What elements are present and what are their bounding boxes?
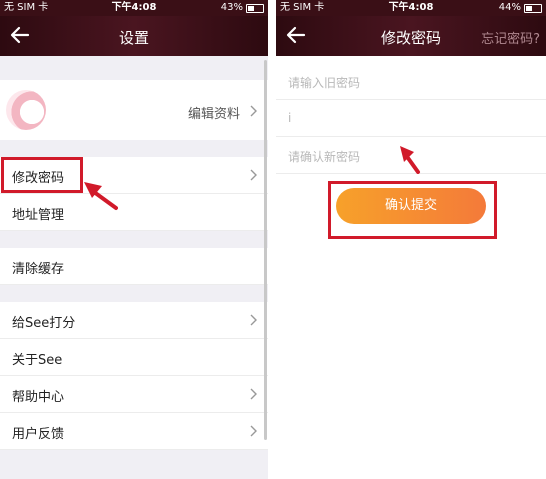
address-management-row[interactable]: 地址管理 [0,194,268,231]
scrollbar[interactable] [264,60,267,440]
about-label: 关于See [12,353,63,368]
settings-screen: 无 SIM 卡 下午4:08 43% 设置 编辑资料 修改密码 地址管理 清除缓… [0,0,268,479]
feedback-label: 用户反馈 [12,427,65,442]
old-password-placeholder: 请输入旧密码 [288,76,361,90]
red-arrow-icon [84,182,118,210]
red-arrow-icon [400,146,420,174]
confirm-password-placeholder: 请确认新密码 [288,150,361,164]
avatar[interactable] [6,90,46,130]
new-password-input[interactable]: i [276,100,546,137]
chevron-right-icon [250,169,257,181]
chevron-right-icon [250,314,257,326]
clear-cache-row[interactable]: 清除缓存 [0,248,268,285]
chevron-right-icon [250,105,257,117]
help-center-label: 帮助中心 [12,390,65,405]
page-title: 设置 [118,29,149,47]
edit-profile-label: 编辑资料 [187,107,240,122]
about-row[interactable]: 关于See [0,339,268,376]
battery-percent: 44% [498,2,521,13]
rate-app-row[interactable]: 给See打分 [0,302,268,339]
status-bar: 无 SIM 卡 下午4:08 44% [276,0,546,16]
status-bar: 无 SIM 卡 下午4:08 43% [0,0,268,16]
nav-bar: 修改密码 忘记密码? [276,16,546,56]
new-password-placeholder: i [288,111,292,125]
profile-row[interactable]: 编辑资料 [0,80,268,140]
highlight-box [1,157,83,193]
status-icons: 44% [499,0,542,16]
chevron-right-icon [250,425,257,437]
battery-icon [524,3,542,13]
old-password-input[interactable]: 请输入旧密码 [276,63,546,100]
status-icons: 43% [221,0,264,16]
battery-icon [246,3,264,13]
battery-fill [248,5,254,11]
rate-app-label: 给See打分 [12,316,76,331]
help-center-row[interactable]: 帮助中心 [0,376,268,413]
forgot-password-link[interactable]: 忘记密码? [481,28,540,47]
change-password-screen: 无 SIM 卡 下午4:08 44% 修改密码 忘记密码? 请输入旧密码 i 请… [276,0,546,479]
battery-percent: 43% [220,2,243,13]
nav-bar: 设置 [0,16,268,56]
highlight-box [328,181,497,239]
address-management-label: 地址管理 [12,208,65,223]
feedback-row[interactable]: 用户反馈 [0,413,268,450]
battery-fill [526,5,532,11]
clear-cache-label: 清除缓存 [12,262,65,277]
chevron-right-icon [250,388,257,400]
